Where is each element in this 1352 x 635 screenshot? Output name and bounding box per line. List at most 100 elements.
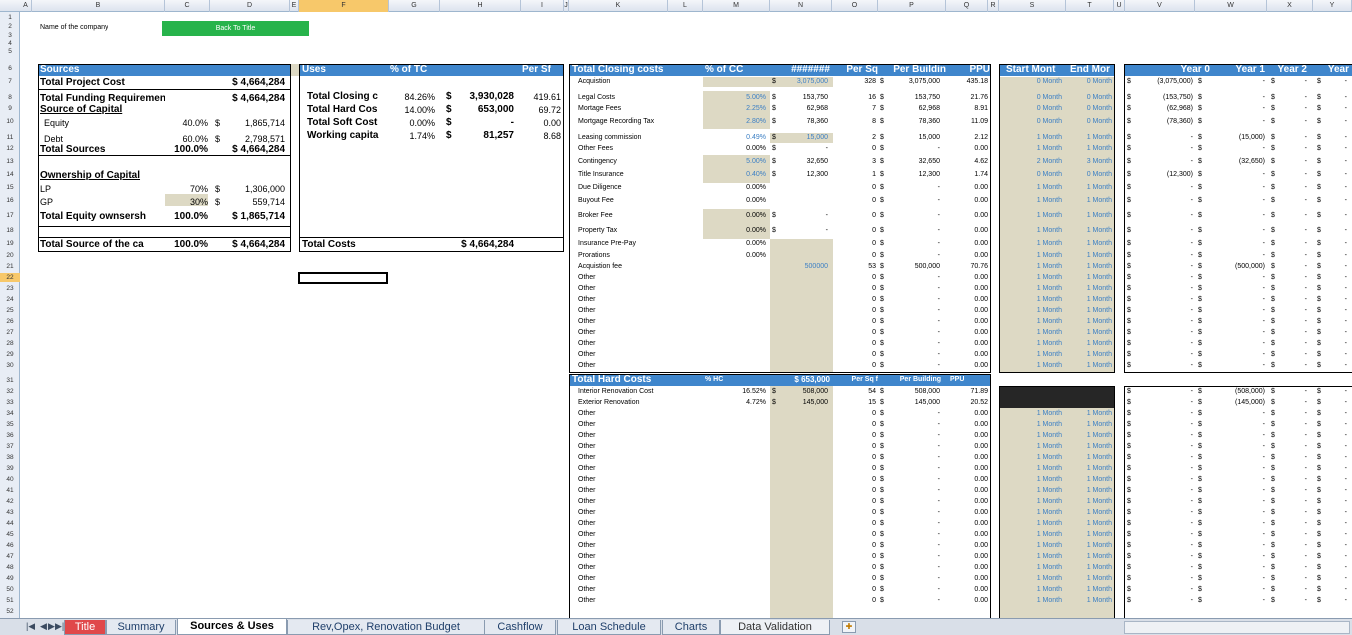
timing-start[interactable]: 1 Month — [1002, 486, 1062, 495]
row-header-18[interactable]: 18 — [0, 226, 20, 235]
row-header-26[interactable]: 26 — [0, 317, 20, 326]
timing-start[interactable]: 0 Month — [1002, 93, 1062, 102]
timing-start[interactable]: 1 Month — [1002, 563, 1062, 572]
row-header-32[interactable]: 32 — [0, 387, 20, 396]
timing-end[interactable]: 1 Month — [1066, 464, 1112, 473]
timing-start[interactable]: 0 Month — [1002, 77, 1062, 86]
row-header-36[interactable]: 36 — [0, 431, 20, 440]
timing-start[interactable]: 1 Month — [1002, 552, 1062, 561]
row-header-42[interactable]: 42 — [0, 497, 20, 506]
timing-start[interactable]: 2 Month — [1002, 157, 1062, 166]
column-header-q[interactable]: Q — [946, 0, 988, 12]
row-header-1[interactable]: 1 — [0, 13, 20, 22]
timing-start[interactable]: 1 Month — [1002, 350, 1062, 359]
column-header-t[interactable]: T — [1066, 0, 1114, 12]
timing-start[interactable]: 1 Month — [1002, 317, 1062, 326]
timing-end[interactable]: 1 Month — [1066, 262, 1112, 271]
timing-end[interactable]: 1 Month — [1066, 453, 1112, 462]
timing-end[interactable]: 0 Month — [1066, 170, 1112, 179]
timing-end[interactable]: 1 Month — [1066, 295, 1112, 304]
sheet-tab-data-validation[interactable]: Data Validation — [720, 620, 830, 635]
timing-end[interactable]: 1 Month — [1066, 574, 1112, 583]
timing-end[interactable]: 0 Month — [1066, 77, 1112, 86]
timing-start[interactable]: 1 Month — [1002, 239, 1062, 248]
column-header-o[interactable]: O — [832, 0, 878, 12]
row-header-28[interactable]: 28 — [0, 339, 20, 348]
timing-start[interactable]: 1 Month — [1002, 508, 1062, 517]
timing-start[interactable]: 0 Month — [1002, 117, 1062, 126]
tab-nav-prev-icon[interactable]: ◀ — [40, 621, 47, 632]
horizontal-scrollbar[interactable] — [1124, 621, 1350, 634]
row-header-24[interactable]: 24 — [0, 295, 20, 304]
timing-end[interactable]: 1 Month — [1066, 317, 1112, 326]
timing-end[interactable]: 0 Month — [1066, 117, 1112, 126]
column-header-p[interactable]: P — [878, 0, 946, 12]
timing-end[interactable]: 1 Month — [1066, 361, 1112, 370]
timing-end[interactable]: 1 Month — [1066, 519, 1112, 528]
timing-end[interactable]: 1 Month — [1066, 563, 1112, 572]
column-header-y[interactable]: Y — [1313, 0, 1352, 12]
row-header-21[interactable]: 21 — [0, 262, 20, 271]
column-header-g[interactable]: G — [389, 0, 440, 12]
row-header-45[interactable]: 45 — [0, 530, 20, 539]
row-header-19[interactable]: 19 — [0, 239, 20, 248]
row-header-20[interactable]: 20 — [0, 251, 20, 260]
row-header-38[interactable]: 38 — [0, 453, 20, 462]
timing-end[interactable]: 1 Month — [1066, 530, 1112, 539]
timing-end[interactable]: 1 Month — [1066, 431, 1112, 440]
timing-start[interactable]: 1 Month — [1002, 453, 1062, 462]
column-header-k[interactable]: K — [569, 0, 668, 12]
row-header-13[interactable]: 13 — [0, 157, 20, 166]
row-header-10[interactable]: 10 — [0, 117, 20, 126]
timing-end[interactable]: 1 Month — [1066, 541, 1112, 550]
column-header-u[interactable]: U — [1114, 0, 1125, 12]
timing-start[interactable]: 1 Month — [1002, 295, 1062, 304]
row-header-30[interactable]: 30 — [0, 361, 20, 370]
row-header-52[interactable]: 52 — [0, 607, 20, 616]
timing-end[interactable]: 1 Month — [1066, 239, 1112, 248]
timing-start[interactable]: 1 Month — [1002, 431, 1062, 440]
timing-end[interactable]: 1 Month — [1066, 420, 1112, 429]
timing-end[interactable]: 1 Month — [1066, 273, 1112, 282]
row-header-49[interactable]: 49 — [0, 574, 20, 583]
timing-end[interactable]: 1 Month — [1066, 144, 1112, 153]
timing-start[interactable]: 0 Month — [1002, 104, 1062, 113]
row-header-46[interactable]: 46 — [0, 541, 20, 550]
timing-end[interactable]: 1 Month — [1066, 339, 1112, 348]
row-header-15[interactable]: 15 — [0, 183, 20, 192]
row-header-40[interactable]: 40 — [0, 475, 20, 484]
column-header-f[interactable]: F — [299, 0, 389, 12]
column-header-a[interactable]: A — [20, 0, 32, 12]
timing-start[interactable]: 1 Month — [1002, 328, 1062, 337]
timing-end[interactable]: 1 Month — [1066, 133, 1112, 142]
row-header-41[interactable]: 41 — [0, 486, 20, 495]
timing-end[interactable]: 1 Month — [1066, 442, 1112, 451]
tab-nav-last-icon[interactable]: ▶| — [55, 621, 64, 632]
timing-start[interactable]: 1 Month — [1002, 339, 1062, 348]
column-header-l[interactable]: L — [668, 0, 703, 12]
timing-start[interactable]: 1 Month — [1002, 251, 1062, 260]
column-header-d[interactable]: D — [210, 0, 290, 12]
row-header-44[interactable]: 44 — [0, 519, 20, 528]
row-header-11[interactable]: 11 — [0, 133, 20, 142]
column-header-e[interactable]: E — [290, 0, 299, 12]
row-header-2[interactable]: 2 — [0, 22, 20, 31]
column-header-m[interactable]: M — [703, 0, 770, 12]
row-header-37[interactable]: 37 — [0, 442, 20, 451]
timing-start[interactable]: 1 Month — [1002, 574, 1062, 583]
timing-start[interactable]: 1 Month — [1002, 133, 1062, 142]
timing-end[interactable]: 1 Month — [1066, 409, 1112, 418]
timing-start[interactable]: 1 Month — [1002, 475, 1062, 484]
timing-end[interactable]: 1 Month — [1066, 475, 1112, 484]
row-header-12[interactable]: 12 — [0, 144, 20, 153]
timing-start[interactable]: 1 Month — [1002, 497, 1062, 506]
timing-start[interactable]: 1 Month — [1002, 409, 1062, 418]
timing-end[interactable]: 1 Month — [1066, 211, 1112, 220]
row-header-17[interactable]: 17 — [0, 211, 20, 220]
timing-start[interactable]: 1 Month — [1002, 442, 1062, 451]
row-header-33[interactable]: 33 — [0, 398, 20, 407]
row-header-5[interactable]: 5 — [0, 47, 20, 56]
row-header-27[interactable]: 27 — [0, 328, 20, 337]
row-header-48[interactable]: 48 — [0, 563, 20, 572]
back-to-title-button[interactable]: Back To Title — [162, 21, 309, 36]
